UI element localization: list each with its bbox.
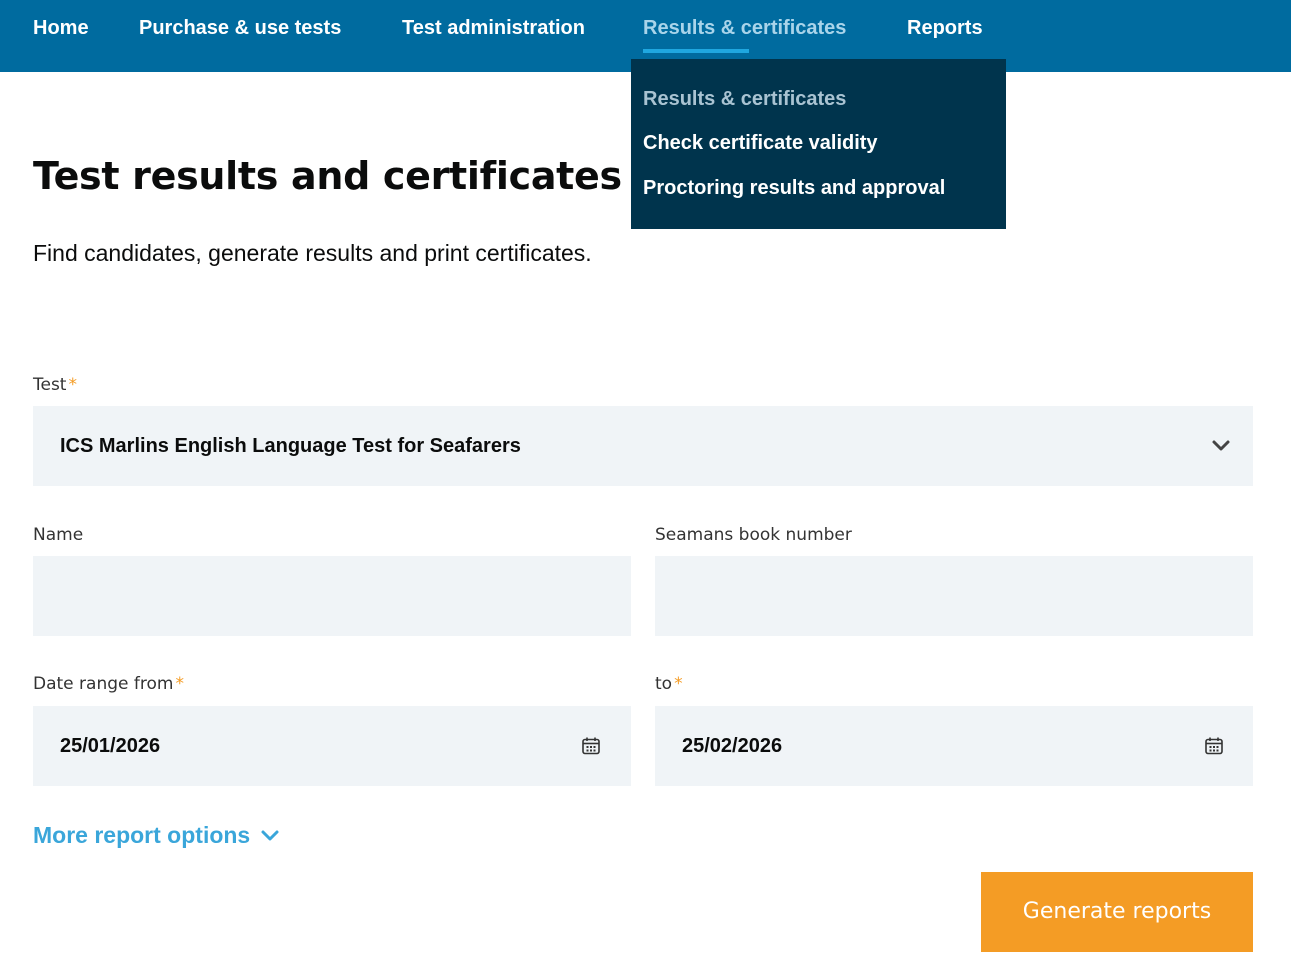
page-title: Test results and certificates [33,154,622,198]
page-subtitle: Find candidates, generate results and pr… [33,240,592,266]
test-label: Test * [33,375,77,395]
date-to-value: 25/02/2026 [682,735,783,757]
nav-purchase-use-tests[interactable]: Purchase & use tests [139,14,341,42]
date-from-input[interactable]: 25/01/2026 [33,706,631,786]
dropdown-item-check-certificate-validity[interactable]: Check certificate validity [643,129,878,157]
active-nav-indicator [643,49,749,53]
date-to-input[interactable]: 25/02/2026 [655,706,1253,786]
test-select[interactable]: ICS Marlins English Language Test for Se… [33,406,1253,486]
date-to-label-text: to [655,674,673,694]
date-from-label-text: Date range from [33,674,174,694]
seamans-book-label: Seamans book number [655,525,852,545]
name-input[interactable] [33,556,631,636]
dropdown-item-proctoring-results[interactable]: Proctoring results and approval [643,174,945,202]
nav-test-administration[interactable]: Test administration [402,14,585,42]
dropdown-item-results-certificates[interactable]: Results & certificates [643,85,846,113]
chevron-down-icon[interactable] [260,828,280,844]
nav-results-certificates[interactable]: Results & certificates [643,14,846,42]
more-report-options-link[interactable]: More report options [33,822,250,849]
date-to-label: to * [655,674,683,694]
chevron-down-icon [1212,440,1230,451]
results-dropdown-menu: Results & certificates Check certificate… [631,59,1006,229]
calendar-icon[interactable] [581,736,601,756]
test-label-text: Test [33,375,67,395]
test-select-value: ICS Marlins English Language Test for Se… [60,435,521,457]
required-marker: * [68,375,77,395]
calendar-icon[interactable] [1204,736,1224,756]
seamans-book-input[interactable] [655,556,1253,636]
date-from-value: 25/01/2026 [60,735,161,757]
generate-reports-button[interactable]: Generate reports [981,872,1253,952]
required-marker: * [674,674,683,694]
required-marker: * [175,674,184,694]
nav-home[interactable]: Home [33,14,89,42]
name-label: Name [33,525,84,545]
nav-reports[interactable]: Reports [907,14,983,42]
date-from-label: Date range from * [33,674,184,694]
